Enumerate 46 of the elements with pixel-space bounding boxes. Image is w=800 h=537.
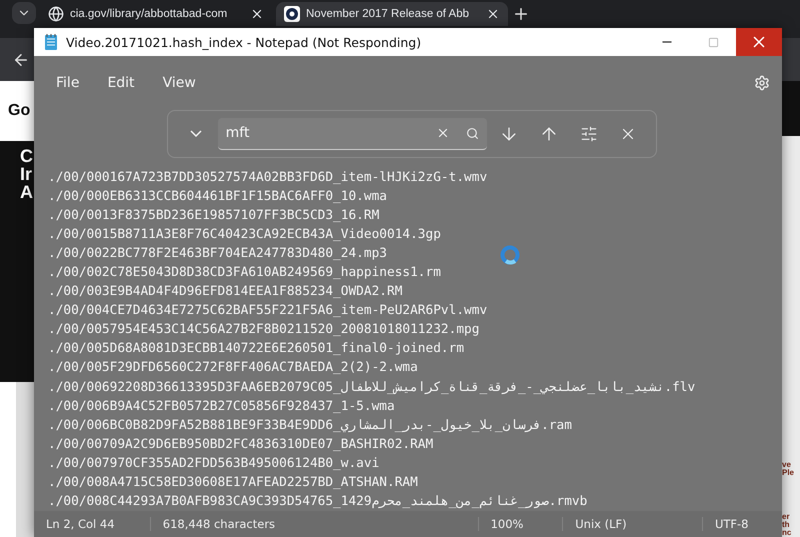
text-line: ./00/006B9A4C52FB0572B27C05856F928437_1-5.wma <box>48 398 395 416</box>
text-line: ./00/00692208D36613395D3FAA6EB2079C05_نشيد_بابا_عضلنجي_-_فرقة_قناة_كراميش_للاطفال.flv <box>48 378 696 397</box>
text-line: ./00/0015B8711A3E8F76C40423CA92ECB43A_Video0014.3gp <box>48 226 441 244</box>
search-icon[interactable] <box>466 126 480 140</box>
text-line: ./00/0057954E453C14C56A27B2F8B0211520_20081018011232.mpg <box>48 321 480 340</box>
text-line: ./00/007970CF355AD2FDD563B495006124B0_w.avi <box>48 454 380 473</box>
page-text: er th nc <box>782 513 792 537</box>
text-line: ./00/005D68A8081D3ECBB140722E6E260501_final0-joined.rm <box>48 340 464 358</box>
tab-list-button[interactable] <box>12 2 36 24</box>
character-count: 618,448 characters <box>150 517 478 532</box>
sliders-icon <box>580 124 598 143</box>
notepad-icon <box>44 33 58 51</box>
browser-tab[interactable]: cia.gov/library/abbottabad-com <box>40 2 272 26</box>
window-title: Video.20171021.hash_index - Notepad (Not Responding) <box>66 34 422 50</box>
loading-icon <box>499 244 521 266</box>
text-line: ./00/000167A723B7DD30527574A02BB3FD6D_item-lHJKi2zG-t.wmv <box>48 168 488 187</box>
seal-icon <box>284 6 300 22</box>
text-line: ./00/000EB6313CCB604461BF1F15BAC6AFF0_10.wma <box>48 188 387 206</box>
search-field[interactable]: mft <box>218 118 488 150</box>
globe-icon <box>48 6 64 22</box>
text-line: ./00/0022BC778F2E463BF704EA247783D480_24.mp3 <box>48 244 387 263</box>
maximize-icon <box>708 36 718 48</box>
text-line: ./00/006BC0B82D9FA52B881BE9F33B4E9DD6_فرسان_بلا_خيول_-بدر_المشاري.ram <box>48 416 572 435</box>
chevron-down-icon <box>190 130 202 138</box>
page-banner <box>782 81 800 136</box>
page-text: Go <box>8 103 30 119</box>
text-line: ./00/00709A2C9D6EB950BD2FC4836310DE07_BASHIR02.RAM <box>48 436 434 454</box>
encoding: UTF-8 <box>702 517 782 532</box>
text-line: ./00/0013F8375BD236E19857107FF3BC5CD3_16.RM <box>48 206 380 225</box>
text-line: ./00/003E9B4AD4F4D96EFD814EEA1F885234_OWDA2.RM <box>48 283 402 302</box>
close-button[interactable] <box>736 28 782 56</box>
settings-icon[interactable] <box>754 74 770 91</box>
line-ending: Unix (LF) <box>562 517 702 532</box>
cursor-position: Ln 2, Col 44 <box>45 517 116 532</box>
browser-tab[interactable]: November 2017 Release of Abb <box>276 2 508 26</box>
zoom-level: 100% <box>478 517 562 532</box>
text-line: ./00/008C44293A7B0AFB983CA9C393D54765_1429صور_غنائم_من_هلمند_محرم.rmvb <box>48 493 588 512</box>
text-line: ./00/004CE7D4634E7275C62BAF55F221F5A6_item-PeU2AR6Pvl.wmv <box>48 302 488 320</box>
text-line: ./00/008A4715C58ED30608E17AFEAD2257BD_ATSHAN.RAM <box>48 474 418 492</box>
menu-item[interactable]: File <box>46 70 90 95</box>
menu-item[interactable]: View <box>152 70 206 95</box>
menu-item[interactable]: Edit <box>97 70 145 95</box>
page-heading: C Ir A <box>20 147 34 201</box>
text-line: ./00/002C78E5043D8D38CD3FA610AB249569_happiness1.rm <box>48 264 441 282</box>
page-text: ve Ple <box>782 461 796 477</box>
text-line: ./00/005F29DFD6560C272F8FF406AC7BAEDA_2(2)-2.wma <box>48 359 418 378</box>
